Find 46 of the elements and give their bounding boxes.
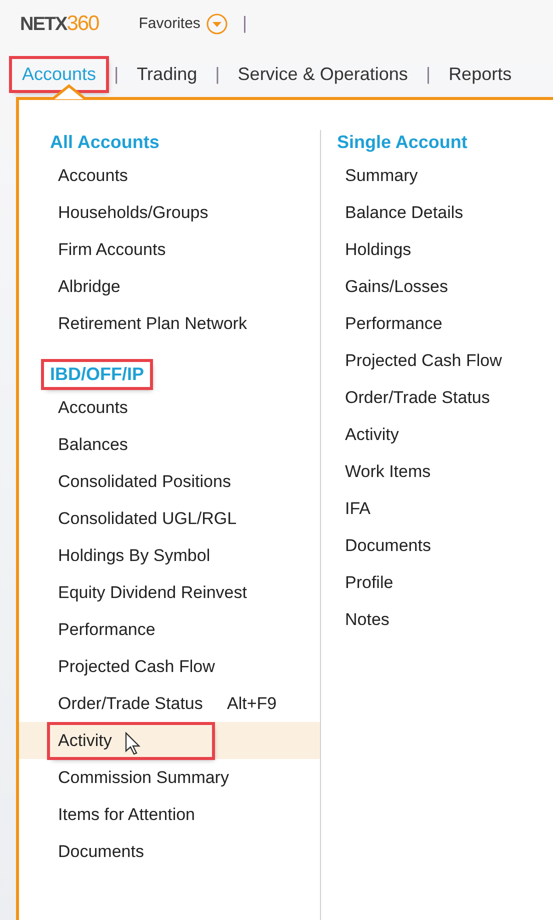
menu-item[interactable]: Households/Groups [19, 194, 320, 231]
menu-item[interactable]: Gains/Losses [321, 268, 521, 305]
menu-item[interactable]: Profile [321, 564, 521, 601]
menu-item[interactable]: Work Items [321, 453, 521, 490]
nav-tab[interactable]: Trading [126, 59, 208, 90]
menu-item[interactable]: Commission Summary [19, 759, 320, 796]
menu-item[interactable]: Summary [321, 157, 521, 194]
separator-label: | [114, 64, 119, 86]
menu-item[interactable]: Retirement Plan Network [19, 305, 320, 342]
menu-heading: All Accounts [49, 131, 160, 154]
shortcut-label: Alt+F9 [227, 694, 277, 714]
separator-label: | [426, 64, 431, 86]
menu-item[interactable]: Balance Details [321, 194, 521, 231]
menu-item[interactable]: Items for Attention [19, 796, 320, 833]
menu-item[interactable]: Order/Trade Status [321, 379, 521, 416]
menu-item[interactable]: Activity [19, 722, 320, 759]
menu-item[interactable]: Performance [19, 611, 320, 648]
menu-item[interactable]: Projected Cash Flow [321, 342, 521, 379]
menu-item[interactable]: Firm Accounts [19, 231, 320, 268]
menu-item[interactable]: Accounts [19, 157, 320, 194]
menu-item[interactable]: Holdings By Symbol [19, 537, 320, 574]
menu-heading: IBD/OFF/IP [44, 362, 150, 387]
menu-heading: Single Account [336, 131, 468, 154]
favorites-button[interactable]: Favorites [138, 12, 228, 35]
separator-label: | [242, 13, 248, 34]
menu-item[interactable]: Accounts [19, 389, 320, 426]
menu-item[interactable]: Albridge [19, 268, 320, 305]
menu-item[interactable]: Documents [321, 527, 521, 564]
separator-label: | [215, 64, 220, 86]
menu-item[interactable]: Equity Dividend Reinvest [19, 574, 320, 611]
nav-tab[interactable]: Service & Operations [228, 59, 418, 90]
menu-item[interactable]: Consolidated Positions [19, 463, 320, 500]
menu-item[interactable]: Holdings [321, 231, 521, 268]
menu-item[interactable]: Consolidated UGL/RGL [19, 500, 320, 537]
menu-item[interactable]: Order/Trade Status Alt+F9 [19, 685, 320, 722]
menu-item[interactable]: Balances [19, 426, 320, 463]
menu-item[interactable]: Activity [321, 416, 521, 453]
menu-item[interactable]: Projected Cash Flow [19, 648, 320, 685]
nav-tab[interactable]: Reports [438, 59, 522, 90]
menu-item[interactable]: IFA [321, 490, 521, 527]
logo: NETX360 [20, 12, 99, 36]
menu-item[interactable]: Performance [321, 305, 521, 342]
dropdown-icon [206, 12, 228, 35]
cursor-icon [125, 732, 141, 756]
menu-item[interactable]: Notes [321, 601, 521, 638]
menu-item[interactable]: Documents [19, 833, 320, 870]
